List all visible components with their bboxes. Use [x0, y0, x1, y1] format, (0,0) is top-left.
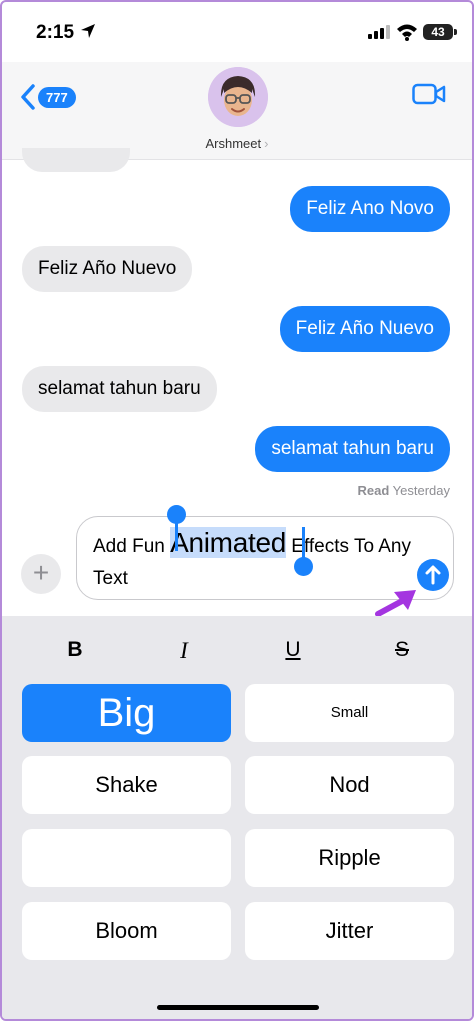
annotation-arrow-icon: [375, 590, 416, 617]
effect-small-button[interactable]: Small: [245, 684, 454, 742]
video-camera-icon[interactable]: [412, 82, 446, 106]
compose-text[interactable]: Add Fun Animated Effects To Any Text: [93, 527, 413, 595]
conversation-header: 777 Arshmeet ›: [2, 62, 472, 160]
selected-text[interactable]: Animated: [170, 527, 286, 558]
bold-button[interactable]: B: [55, 638, 95, 662]
back-button[interactable]: 777: [20, 82, 76, 112]
send-button[interactable]: [417, 559, 449, 591]
effect-ripple-button[interactable]: Ripple: [245, 829, 454, 887]
message-bubble-outgoing[interactable]: selamat tahun baru: [255, 426, 450, 472]
underline-button[interactable]: U: [273, 638, 313, 662]
unread-count-badge: 777: [38, 86, 76, 108]
memoji-avatar-icon: [208, 67, 268, 127]
contact-avatar[interactable]: [208, 67, 268, 127]
read-time: Yesterday: [392, 483, 450, 498]
read-status: Read: [357, 483, 390, 498]
effect-shake-button[interactable]: Shake: [22, 756, 231, 814]
contact-name-text: Arshmeet: [205, 136, 262, 151]
battery-indicator: 43: [423, 24, 453, 40]
italic-button[interactable]: I: [164, 638, 204, 664]
effect-jitter-button[interactable]: Jitter: [245, 902, 454, 960]
effect-big-button[interactable]: Big: [22, 684, 231, 742]
effect-explode-button[interactable]: [22, 829, 231, 887]
phone-screen: 2:15 43 777 Arshmeet › Feliz Ano Novo Fe…: [0, 0, 474, 1021]
wifi-icon: [397, 24, 417, 41]
contact-chevron-icon: ›: [264, 136, 269, 151]
location-arrow-icon: [81, 24, 95, 38]
message-bubble-outgoing[interactable]: Feliz Ano Novo: [290, 186, 450, 232]
signal-bars-icon: [368, 25, 390, 39]
effect-bloom-button[interactable]: Bloom: [22, 902, 231, 960]
read-receipt: Read Yesterday: [357, 483, 450, 498]
message-bubble-incoming[interactable]: Feliz Año Nuevo: [22, 246, 193, 292]
effect-nod-button[interactable]: Nod: [245, 756, 454, 814]
selection-start-handle[interactable]: [167, 505, 186, 551]
compose-text-before: Add Fun: [93, 536, 171, 557]
message-bubble-incoming[interactable]: selamat tahun baru: [22, 366, 217, 412]
text-effects-panel: B I U S Big Small Shake Nod Ripple Bloom…: [2, 616, 472, 1019]
selection-end-handle[interactable]: [294, 527, 313, 576]
status-bar: 2:15 43: [2, 2, 472, 62]
home-indicator[interactable]: [157, 1005, 319, 1010]
message-bubble-partial: [22, 148, 130, 172]
strikethrough-button[interactable]: S: [382, 638, 422, 662]
arrow-up-icon: [425, 565, 441, 585]
chevron-left-icon: [21, 84, 35, 110]
message-bubble-outgoing[interactable]: Feliz Año Nuevo: [279, 306, 450, 352]
add-attachment-button[interactable]: +: [21, 554, 61, 594]
status-time: 2:15: [36, 22, 75, 43]
battery-cap: [454, 29, 457, 35]
